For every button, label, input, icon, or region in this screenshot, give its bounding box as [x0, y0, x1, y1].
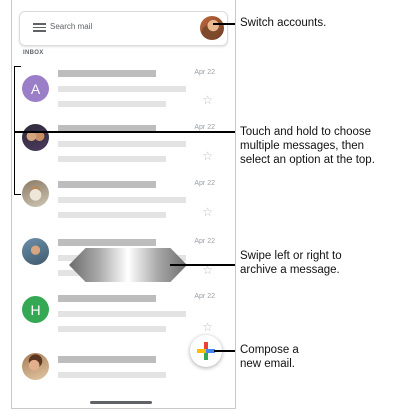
callout-line-switch — [213, 23, 235, 25]
home-indicator[interactable] — [90, 401, 152, 404]
email-date: Apr 22 — [194, 69, 215, 76]
sender-avatar — [22, 238, 49, 265]
star-icon[interactable]: ☆ — [202, 264, 213, 276]
avatar-letter: H — [30, 301, 41, 318]
subject-placeholder — [58, 311, 186, 317]
search-placeholder[interactable]: Search mail — [50, 22, 92, 31]
sender-placeholder — [58, 70, 156, 77]
callout-switch-accounts: Switch accounts. — [240, 17, 327, 29]
star-icon[interactable]: ☆ — [202, 150, 213, 162]
email-row-1[interactable]: A Apr 22 ☆ — [12, 62, 235, 118]
snippet-placeholder — [58, 326, 166, 332]
star-icon[interactable]: ☆ — [202, 94, 213, 106]
callout-line-compose — [214, 350, 235, 352]
callout-line-swipe — [170, 264, 235, 266]
email-date: Apr 22 — [194, 238, 215, 245]
subject-placeholder — [58, 197, 186, 203]
snippet-placeholder — [58, 101, 166, 107]
sender-avatar — [22, 353, 49, 380]
avatar-letter: A — [30, 80, 41, 97]
email-row-3[interactable]: Apr 22 ☆ — [12, 174, 235, 230]
sender-avatar: H — [22, 296, 49, 323]
snippet-placeholder — [58, 156, 166, 162]
subject-placeholder — [58, 372, 166, 378]
callout-touch-hold: Touch and hold to choose multiple messag… — [240, 126, 375, 166]
star-icon[interactable]: ☆ — [202, 206, 213, 218]
callout-swipe: Swipe left or right to archive a message… — [240, 250, 342, 276]
email-date: Apr 22 — [194, 180, 215, 187]
sender-avatar: A — [22, 75, 49, 102]
inbox-label: INBOX — [23, 50, 44, 56]
subject-placeholder — [58, 86, 186, 92]
callout-line-touch-hold — [15, 131, 235, 133]
sender-placeholder — [58, 356, 156, 363]
snippet-placeholder — [58, 212, 166, 218]
sender-placeholder — [58, 181, 156, 188]
email-date: Apr 22 — [194, 293, 215, 300]
menu-icon[interactable] — [33, 23, 46, 32]
star-icon[interactable]: ☆ — [202, 321, 213, 333]
email-row-2[interactable]: Apr 22 ☆ — [12, 118, 235, 174]
sender-placeholder — [58, 239, 156, 246]
email-date: Apr 22 — [194, 124, 215, 131]
subject-placeholder — [58, 141, 186, 147]
phone-screen: Search mail INBOX A Apr 22 ☆ Apr 22 ☆ Ap… — [11, 0, 236, 409]
sender-avatar — [22, 180, 49, 207]
callout-compose: Compose a new email. — [240, 344, 299, 370]
sender-avatar — [22, 124, 49, 151]
sender-placeholder — [58, 295, 156, 302]
search-bar[interactable]: Search mail — [19, 11, 228, 46]
account-avatar[interactable] — [200, 16, 224, 40]
